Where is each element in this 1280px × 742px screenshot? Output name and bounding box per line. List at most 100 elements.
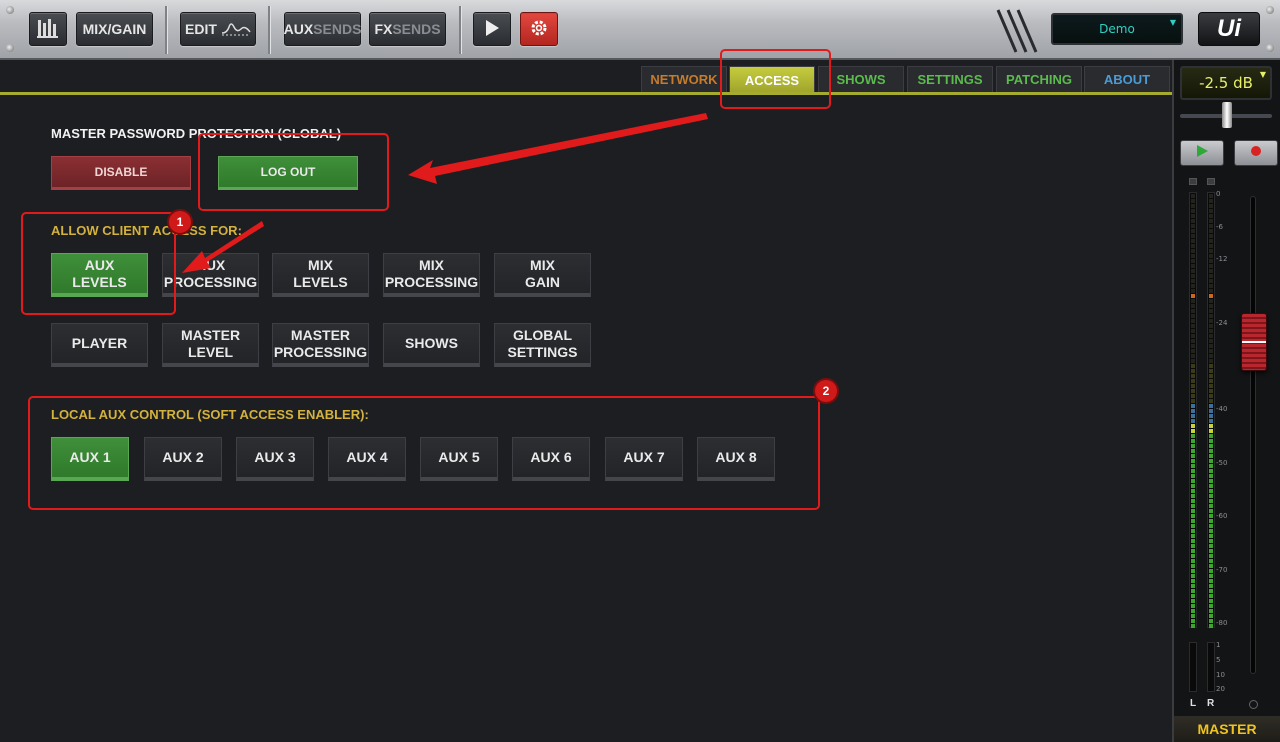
meter-segment (1191, 444, 1195, 448)
meter-segment (1191, 424, 1195, 428)
access-aux-processing-button[interactable]: AUX PROCESSING (162, 253, 259, 297)
mix-gain-button[interactable]: MIX/GAIN (76, 12, 153, 46)
master-play-button[interactable] (1180, 140, 1224, 166)
meter-segment (1191, 479, 1195, 483)
access-shows-button[interactable]: SHOWS (383, 323, 480, 367)
meter-segment (1209, 419, 1213, 423)
ui-logo: Ui (1198, 12, 1260, 46)
meter-segment (1209, 284, 1213, 288)
master-level-display[interactable]: -2.5 dB ▼ (1180, 66, 1272, 100)
meter-segment (1209, 204, 1213, 208)
meter-segment (1191, 249, 1195, 253)
meter-segment (1191, 454, 1195, 458)
tab-network[interactable]: NETWORK (641, 66, 727, 92)
settings-button[interactable] (520, 12, 558, 46)
meter-segment (1209, 254, 1213, 258)
aux-sends-button[interactable]: AUX SENDS (284, 12, 361, 46)
show-selector[interactable]: Demo ▼ (1051, 13, 1183, 45)
annotation-box-access-tab (720, 49, 831, 109)
meter-segment (1191, 214, 1195, 218)
tab-about[interactable]: ABOUT (1084, 66, 1170, 92)
meter-segment (1209, 209, 1213, 213)
meter-segment (1191, 229, 1195, 233)
meter-segment (1209, 214, 1213, 218)
meter-segment (1209, 444, 1213, 448)
meter-segment (1209, 199, 1213, 203)
meter-segment (1191, 259, 1195, 263)
meter-segment (1191, 384, 1195, 388)
meter-segment (1191, 464, 1195, 468)
fx-sends-button[interactable]: FX SENDS (369, 12, 446, 46)
meter-segment (1191, 354, 1195, 358)
meter-segment (1209, 229, 1213, 233)
channel-view-button[interactable] (29, 12, 67, 46)
meter-segment (1191, 194, 1195, 198)
meter-segment (1191, 494, 1195, 498)
meter-segment (1191, 344, 1195, 348)
meter-segment (1191, 534, 1195, 538)
meter-segment (1191, 269, 1195, 273)
aux-sends-label-main: AUX (283, 21, 314, 37)
meter-segment (1191, 389, 1195, 393)
show-name: Demo (1099, 22, 1135, 36)
gr-scale-tick: 1 (1216, 641, 1221, 649)
tab-label: NETWORK (650, 72, 718, 87)
meter-scale-tick: -60 (1216, 512, 1228, 520)
meter-segment (1209, 369, 1213, 373)
meter-segment (1191, 349, 1195, 353)
meter-segment (1209, 549, 1213, 553)
button-label: AUX PROCESSING (163, 256, 258, 290)
meter-segment (1209, 319, 1213, 323)
gain-reduction-meter-left (1189, 642, 1197, 692)
meter-segment (1209, 449, 1213, 453)
meter-segment (1191, 579, 1195, 583)
tab-patching[interactable]: PATCHING (996, 66, 1082, 92)
meter-segment (1209, 289, 1213, 293)
access-global-settings-button[interactable]: GLOBAL SETTINGS (494, 323, 591, 367)
meter-segment (1191, 404, 1195, 408)
meter-segment (1191, 564, 1195, 568)
meter-segment (1191, 609, 1195, 613)
edit-label: EDIT (185, 21, 217, 37)
button-label: SHOWS (405, 335, 458, 351)
disable-password-button[interactable]: DISABLE (51, 156, 191, 190)
master-fader-handle[interactable] (1241, 313, 1267, 371)
pan-slider[interactable] (1222, 102, 1232, 128)
player-button[interactable] (473, 12, 511, 46)
access-master-processing-button[interactable]: MASTER PROCESSING (272, 323, 369, 367)
fader-reset-icon[interactable] (1249, 700, 1258, 709)
meter-segment (1209, 499, 1213, 503)
gr-scale-tick: 5 (1216, 656, 1221, 664)
brand-stripes-icon (996, 9, 1038, 53)
annotation-arrows (182, 113, 708, 273)
meter-segment (1191, 334, 1195, 338)
access-mix-levels-button[interactable]: MIX LEVELS (272, 253, 369, 297)
toolbar-divider (459, 6, 461, 54)
meter-segment (1191, 364, 1195, 368)
meter-segment (1191, 219, 1195, 223)
meter-segment (1209, 474, 1213, 478)
meter-segment (1191, 254, 1195, 258)
tab-settings[interactable]: SETTINGS (907, 66, 993, 92)
meter-segment (1191, 484, 1195, 488)
access-master-level-button[interactable]: MASTER LEVEL (162, 323, 259, 367)
meter-segment (1209, 329, 1213, 333)
access-player-button[interactable]: PLAYER (51, 323, 148, 367)
master-record-button[interactable] (1234, 140, 1278, 166)
meter-segment (1209, 539, 1213, 543)
meter-segment (1209, 354, 1213, 358)
edit-button[interactable]: EDIT (180, 12, 256, 46)
meter-segment (1191, 439, 1195, 443)
access-mix-gain-button[interactable]: MIX GAIN (494, 253, 591, 297)
meter-segment (1191, 459, 1195, 463)
access-mix-processing-button[interactable]: MIX PROCESSING (383, 253, 480, 297)
meter-segment (1191, 519, 1195, 523)
disable-label: DISABLE (94, 164, 148, 179)
meter-segment (1209, 374, 1213, 378)
screw-decoration (6, 6, 14, 14)
fx-sends-label-sub: SENDS (392, 21, 441, 37)
meter-segment (1209, 579, 1213, 583)
logo-text: Ui (1217, 15, 1241, 42)
meter-segment (1209, 479, 1213, 483)
meter-segment (1191, 544, 1195, 548)
